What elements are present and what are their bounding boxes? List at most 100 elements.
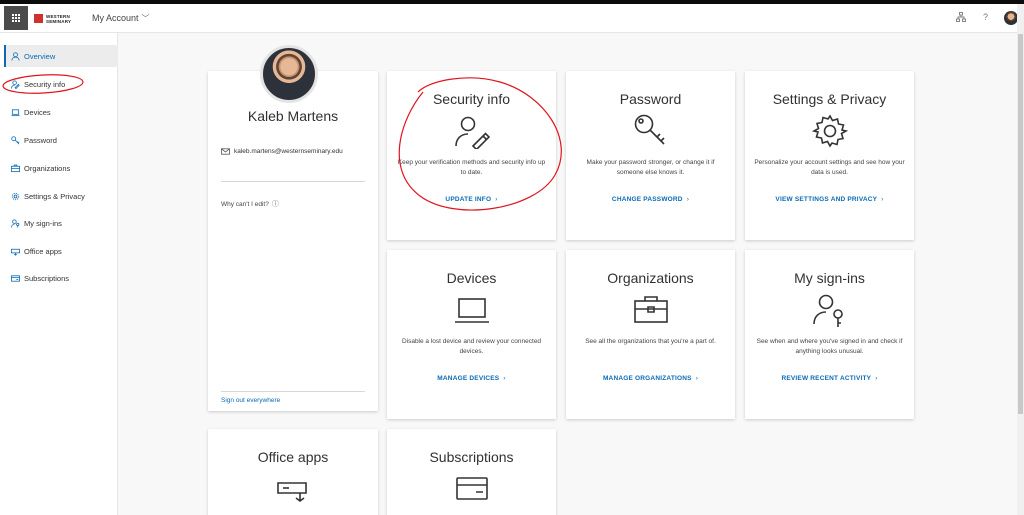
chevron-right-icon: › bbox=[495, 196, 498, 203]
sidebar-item-label: Security info bbox=[24, 79, 66, 89]
sidebar-item-label: Office apps bbox=[24, 246, 62, 256]
my-account-menu[interactable]: My Account ﹀ bbox=[92, 13, 150, 24]
link-label: UPDATE INFO bbox=[445, 196, 492, 203]
laptop-icon bbox=[8, 108, 22, 117]
card-icon bbox=[8, 274, 22, 283]
scrollbar-thumb[interactable] bbox=[1018, 34, 1023, 414]
logo-mark bbox=[34, 14, 43, 23]
card-description: See when and where you've signed in and … bbox=[756, 338, 903, 355]
update-info-link[interactable]: UPDATE INFO › bbox=[387, 196, 556, 203]
card-description: Personalize your account settings and se… bbox=[754, 159, 905, 176]
card-title: My sign-ins bbox=[794, 270, 865, 286]
sidebar-item-label: Overview bbox=[24, 51, 56, 61]
gear-icon bbox=[811, 113, 848, 149]
key-icon bbox=[633, 113, 669, 149]
subscriptions-card: Subscriptions bbox=[387, 429, 556, 515]
profile-card: Kaleb Martens kaleb.martens@westernsemin… bbox=[208, 45, 378, 411]
link-label: MANAGE ORGANIZATIONS bbox=[602, 375, 692, 382]
office-apps-icon bbox=[276, 479, 310, 503]
my-sign-ins-card: My sign-ins See when and where you've si… bbox=[745, 250, 914, 419]
person-key-icon bbox=[8, 218, 22, 228]
logo-text: WESTERN SEMINARY bbox=[46, 13, 72, 24]
manage-organizations-link[interactable]: MANAGE ORGANIZATIONS › bbox=[566, 375, 735, 382]
sidebar: Overview Security info Devices Password … bbox=[0, 33, 118, 515]
sidebar-item-office-apps[interactable]: Office apps bbox=[4, 240, 118, 262]
link-label: MANAGE DEVICES bbox=[437, 375, 500, 382]
briefcase-icon bbox=[633, 294, 669, 326]
security-info-card: Security info Keep your verification met… bbox=[387, 71, 556, 240]
card-title: Security info bbox=[432, 91, 511, 107]
card-description: Disable a lost device and review your co… bbox=[401, 338, 542, 355]
why-cant-edit: Why can't I edit? ⓘ bbox=[221, 199, 279, 209]
card-title: Subscriptions bbox=[429, 449, 514, 465]
organizations-card: Organizations See all the organizations … bbox=[566, 250, 735, 419]
settings-privacy-card: Settings & Privacy Personalize your acco… bbox=[745, 71, 914, 240]
card-title: Devices bbox=[446, 270, 497, 286]
card-title: Settings & Privacy bbox=[772, 91, 887, 107]
sidebar-item-my-sign-ins[interactable]: My sign-ins bbox=[4, 212, 118, 234]
change-password-link[interactable]: CHANGE PASSWORD › bbox=[566, 196, 735, 203]
sidebar-item-label: Settings & Privacy bbox=[24, 191, 85, 201]
app-launcher-button[interactable] bbox=[4, 6, 28, 30]
sidebar-item-organizations[interactable]: Organizations bbox=[4, 157, 118, 179]
sidebar-item-label: Password bbox=[24, 135, 57, 145]
help-icon[interactable]: ? bbox=[983, 12, 988, 22]
sidebar-item-security-info[interactable]: Security info bbox=[4, 73, 118, 95]
laptop-icon bbox=[454, 294, 490, 326]
card-title: Organizations bbox=[607, 270, 694, 286]
org-chart-icon[interactable] bbox=[956, 12, 966, 24]
sign-out-everywhere-link[interactable]: Sign out everywhere bbox=[221, 397, 280, 404]
chevron-right-icon: › bbox=[695, 375, 699, 382]
link-label: VIEW SETTINGS AND PRIVACY bbox=[775, 196, 878, 203]
devices-card: Devices Disable a lost device and review… bbox=[387, 250, 556, 419]
key-icon bbox=[8, 135, 22, 145]
chevron-down-icon: ﹀ bbox=[141, 14, 150, 23]
why-cant-edit-text: Why can't I edit? bbox=[221, 200, 269, 208]
person-edit-icon bbox=[454, 113, 490, 149]
sidebar-item-subscriptions[interactable]: Subscriptions bbox=[4, 267, 118, 289]
password-card: Password Make your password stronger, or… bbox=[566, 71, 735, 240]
sidebar-item-devices[interactable]: Devices bbox=[4, 101, 118, 123]
review-recent-activity-link[interactable]: REVIEW RECENT ACTIVITY › bbox=[745, 375, 914, 382]
card-description: See all the organizations that you're a … bbox=[585, 338, 716, 345]
card-description: Keep your verification methods and secur… bbox=[397, 159, 546, 176]
briefcase-icon bbox=[8, 164, 22, 173]
card-title: Password bbox=[619, 91, 682, 107]
email-text: kaleb.martens@westernseminary.edu bbox=[234, 148, 343, 155]
person-icon bbox=[8, 51, 22, 61]
chevron-right-icon: › bbox=[503, 375, 506, 382]
top-header: WESTERN SEMINARY My Account ﹀ ? bbox=[0, 4, 1018, 33]
waffle-icon bbox=[12, 14, 20, 22]
sidebar-item-label: Devices bbox=[24, 107, 51, 117]
divider bbox=[221, 391, 365, 392]
sidebar-item-label: My sign-ins bbox=[24, 218, 62, 228]
manage-devices-link[interactable]: MANAGE DEVICES › bbox=[387, 375, 556, 382]
app-title: My Account bbox=[92, 13, 139, 23]
chevron-right-icon: › bbox=[875, 375, 878, 382]
org-logo[interactable]: WESTERN SEMINARY bbox=[34, 12, 76, 25]
card-icon bbox=[455, 476, 489, 502]
profile-photo bbox=[260, 45, 318, 103]
office-apps-card: Office apps bbox=[208, 429, 378, 515]
mail-icon bbox=[221, 148, 230, 155]
person-edit-icon bbox=[8, 79, 22, 89]
divider bbox=[221, 181, 365, 182]
link-label: CHANGE PASSWORD bbox=[611, 196, 683, 203]
sidebar-item-password[interactable]: Password bbox=[4, 129, 118, 151]
info-icon[interactable]: ⓘ bbox=[272, 199, 279, 209]
profile-name: Kaleb Martens bbox=[247, 108, 339, 124]
main-content: Kaleb Martens kaleb.martens@westernsemin… bbox=[118, 33, 1017, 515]
view-settings-privacy-link[interactable]: VIEW SETTINGS AND PRIVACY › bbox=[745, 196, 914, 203]
chevron-right-icon: › bbox=[881, 196, 884, 203]
person-key-icon bbox=[812, 292, 848, 328]
card-description: Make your password stronger, or change i… bbox=[586, 159, 715, 176]
sidebar-item-label: Organizations bbox=[24, 163, 71, 173]
sidebar-item-label: Subscriptions bbox=[24, 273, 70, 283]
sidebar-item-settings-privacy[interactable]: Settings & Privacy bbox=[4, 185, 118, 207]
sidebar-item-overview[interactable]: Overview bbox=[4, 45, 118, 67]
avatar[interactable] bbox=[1004, 11, 1018, 25]
chevron-right-icon: › bbox=[686, 196, 690, 203]
card-title: Office apps bbox=[257, 449, 329, 465]
link-label: REVIEW RECENT ACTIVITY bbox=[781, 375, 872, 382]
vertical-scrollbar[interactable] bbox=[1017, 4, 1024, 515]
